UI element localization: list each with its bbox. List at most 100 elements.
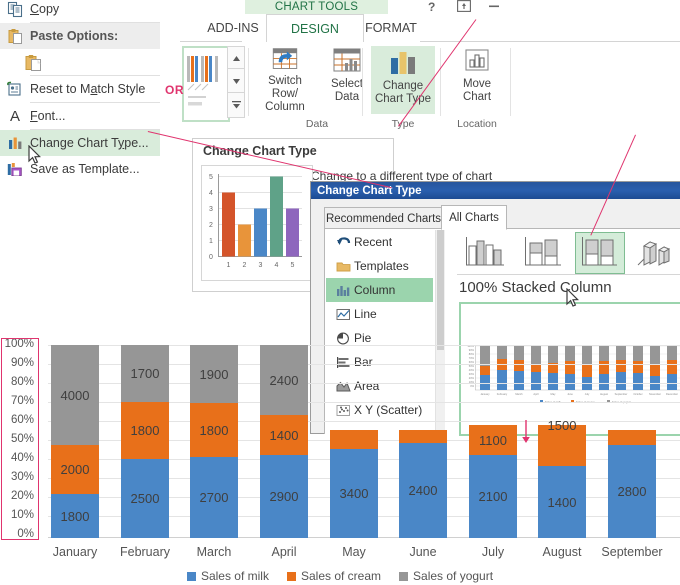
templates-folder-icon xyxy=(332,260,354,273)
legend-label: Sales of yogurt xyxy=(413,569,494,583)
line-chart-icon xyxy=(332,308,354,321)
context-menu-item-change-chart-type[interactable]: Change Chart Type... xyxy=(0,130,160,156)
bar-segment-cream[interactable]: 1800 xyxy=(121,402,169,459)
bar-segment-cream[interactable]: 1400 xyxy=(260,415,308,455)
context-menu-item-label: Copy xyxy=(30,2,60,16)
tab-format[interactable]: FORMAT xyxy=(342,14,440,42)
svg-text:1: 1 xyxy=(227,262,231,269)
bar-segment-milk[interactable]: 2400 xyxy=(399,443,447,538)
chart-type-thumbnails[interactable] xyxy=(457,230,680,275)
bar-segment-cream[interactable] xyxy=(608,430,656,445)
dialog-title-bar: Change Chart Type xyxy=(311,182,680,199)
bar-segment-milk[interactable]: 2700 xyxy=(190,457,238,538)
category-label: Recent xyxy=(354,235,393,249)
ribbon-tab-strip[interactable]: ADD-INS DESIGN FORMAT xyxy=(180,14,680,43)
move-chart-button[interactable]: Move Chart xyxy=(448,46,506,114)
category-item-column[interactable]: Column xyxy=(326,278,433,302)
legend-item-yogurt[interactable]: Sales of yogurt xyxy=(399,569,493,583)
bar-group-june[interactable]: 2400 xyxy=(399,430,447,538)
bar-group-march[interactable]: 2700 1800 1900 xyxy=(190,345,238,538)
gallery-scroll-up-icon[interactable] xyxy=(227,46,245,70)
select-data-label: Select Data xyxy=(331,78,363,103)
legend-item-milk[interactable]: Sales of milk xyxy=(186,569,269,583)
bar-segment-cream[interactable]: 1500 xyxy=(538,418,586,466)
data-label: 1800 xyxy=(199,422,229,438)
context-menu-item-save-as-template[interactable]: Save as Template... xyxy=(0,156,160,182)
clustered-column-thumb[interactable] xyxy=(461,232,509,272)
context-menu-item-copy[interactable]: Copy xyxy=(0,0,160,22)
data-label: 2400 xyxy=(408,483,438,498)
x-axis-category-label: September xyxy=(601,545,663,559)
gallery-scroll-down-icon[interactable] xyxy=(227,68,245,94)
bar-segment-cream[interactable] xyxy=(399,430,447,443)
bar-segment-milk[interactable]: 3400 xyxy=(330,449,378,538)
context-menu-item-font[interactable]: A Font... xyxy=(0,103,160,129)
dialog-title: Change Chart Type xyxy=(317,184,422,197)
context-menu-item-label: Save as Template... xyxy=(30,162,140,176)
switch-row-column-button[interactable]: Switch Row/ Column xyxy=(256,46,314,114)
bar-segment-yogurt[interactable]: 4000 xyxy=(51,345,99,445)
tab-all-charts[interactable]: All Charts xyxy=(441,205,507,230)
annotation-down-arrow xyxy=(522,420,530,443)
svg-text:4: 4 xyxy=(275,262,279,269)
category-item-line[interactable]: Line xyxy=(326,302,433,326)
100-stacked-column-thumb[interactable] xyxy=(575,232,625,274)
svg-text:?: ? xyxy=(428,0,435,13)
chart-legend: Sales of milk Sales of cream Sales of yo… xyxy=(0,569,680,583)
tab-label: All Charts xyxy=(449,211,499,224)
reset-style-icon xyxy=(0,81,30,98)
bar-group-april[interactable]: 2900 1400 2400 xyxy=(260,345,308,538)
bar-segment-yogurt[interactable]: 1700 xyxy=(121,345,169,402)
3d-clustered-column-thumb[interactable] xyxy=(635,232,680,272)
group-divider xyxy=(362,48,363,116)
chart-tools-label: CHART TOOLS xyxy=(274,1,359,13)
category-item-templates[interactable]: Templates xyxy=(326,254,433,278)
change-chart-type-button[interactable]: Change Chart Type xyxy=(371,46,435,114)
context-menu-item-reset-to-match-style[interactable]: Reset to Match Style xyxy=(0,76,160,102)
y-axis-highlight-box xyxy=(1,338,39,540)
legend-item-cream[interactable]: Sales of cream xyxy=(286,569,381,583)
bar-group-september[interactable]: 2800 xyxy=(608,430,656,538)
svg-text:2: 2 xyxy=(209,222,213,229)
bar-group-may[interactable]: 3400 xyxy=(330,430,378,538)
bar-segment-milk[interactable]: 2900 xyxy=(260,455,308,538)
gallery-more-icon[interactable] xyxy=(227,92,245,118)
bar-segment-cream[interactable] xyxy=(330,430,378,449)
bar-group-january[interactable]: 1800 2000 4000 xyxy=(51,345,99,538)
chart-style-gallery-item[interactable] xyxy=(182,46,230,122)
bar-group-july[interactable]: 2100 1100 xyxy=(469,425,517,538)
gallery-scroll-buttons[interactable] xyxy=(227,46,245,118)
tab-label: DESIGN xyxy=(291,22,339,36)
bar-segment-cream[interactable]: 2000 xyxy=(51,445,99,494)
chart-type-icon xyxy=(0,136,30,150)
context-menu-item-label: Paste Options: xyxy=(30,29,119,43)
bar-segment-yogurt[interactable]: 2400 xyxy=(260,345,308,415)
data-label: 1400 xyxy=(547,494,577,510)
bar-segment-milk[interactable]: 1400 xyxy=(538,466,586,538)
context-menu-item-label: Font... xyxy=(30,109,66,123)
bar-segment-yogurt[interactable]: 1900 xyxy=(190,345,238,403)
bar-group-august[interactable]: 1400 1500 xyxy=(538,418,586,538)
ribbon-group-location-label: Location xyxy=(457,118,497,130)
or-annotation: OR xyxy=(165,83,184,97)
bar-group-february[interactable]: 2500 1800 1700 xyxy=(121,345,169,538)
context-menu-item-paste-options[interactable]: Paste Options: xyxy=(0,23,160,49)
bar-segment-milk[interactable]: 2100 xyxy=(469,455,517,538)
category-label: Templates xyxy=(354,259,409,273)
group-divider xyxy=(510,48,511,116)
bar-segment-milk[interactable]: 2800 xyxy=(608,445,656,538)
context-menu-item-paste-keep-formatting[interactable] xyxy=(0,49,160,75)
tab-recommended-charts[interactable]: Recommended Charts xyxy=(324,207,443,229)
bar-segment-milk[interactable]: 1800 xyxy=(51,494,99,538)
bar-segment-cream[interactable]: 1800 xyxy=(190,403,238,457)
ribbon-group-location: Move Chart Location xyxy=(444,42,510,132)
context-menu[interactable]: Copy Paste Options: Reset to Match Style… xyxy=(0,0,160,182)
tab-label: FORMAT xyxy=(365,21,417,35)
legend-label: Sales of milk xyxy=(200,569,269,583)
category-item-recent[interactable]: Recent xyxy=(326,230,433,254)
stacked-column-thumb[interactable] xyxy=(519,232,567,272)
move-chart-icon xyxy=(465,49,489,71)
bar-segment-milk[interactable]: 2500 xyxy=(121,459,169,538)
bar-segment-cream[interactable]: 1100 xyxy=(469,425,517,455)
legend-swatch xyxy=(399,571,409,581)
